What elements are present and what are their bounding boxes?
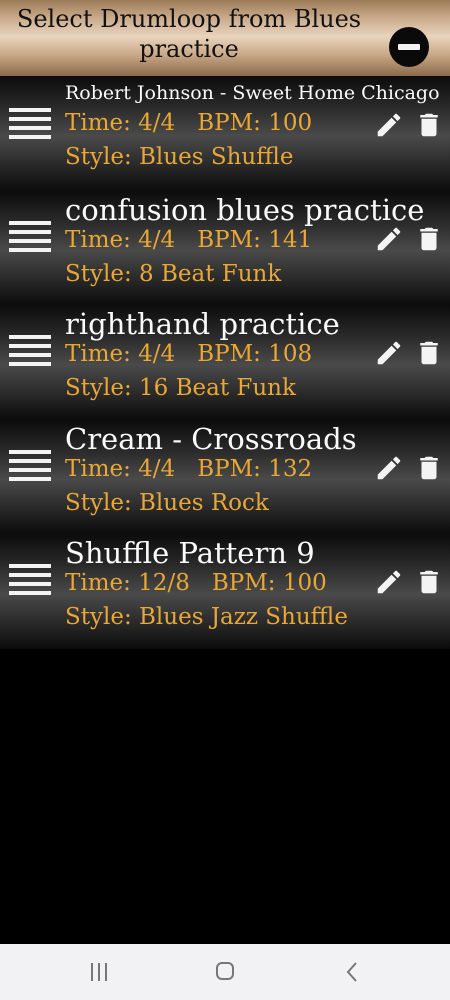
- drumloop-time-bpm: Time: 4/4 BPM: 132: [65, 456, 312, 482]
- minus-circle-icon: [398, 44, 420, 50]
- drumloop-time-bpm: Time: 4/4 BPM: 141: [65, 227, 312, 253]
- pencil-icon: [377, 227, 401, 250]
- back-icon[interactable]: [342, 961, 362, 983]
- drag-handle-icon[interactable]: [9, 449, 51, 482]
- delete-button[interactable]: [414, 224, 444, 254]
- pencil-icon: [377, 570, 401, 594]
- drumloop-style: Style: Blues Rock: [65, 489, 269, 516]
- recents-icon[interactable]: [88, 963, 112, 983]
- drumloop-title: Robert Johnson - Sweet Home Chicago: [65, 82, 440, 104]
- pencil-icon: [377, 456, 401, 479]
- edit-button[interactable]: [374, 567, 404, 597]
- drumloop-time-bpm: Time: 4/4 BPM: 108: [65, 341, 312, 367]
- drumloop-row[interactable]: Shuffle Pattern 9 Time: 12/8 BPM: 100 Sty…: [0, 534, 450, 649]
- edit-button[interactable]: [374, 338, 404, 368]
- page-title: Select Drumloop from Blues practice: [16, 5, 362, 63]
- trash-icon: [420, 227, 438, 250]
- drag-handle-icon[interactable]: [9, 335, 51, 367]
- pencil-icon: [377, 341, 401, 365]
- drumloop-time-bpm: Time: 4/4 BPM: 100: [65, 110, 312, 136]
- trash-icon: [420, 570, 438, 594]
- drag-handle-icon[interactable]: [9, 108, 51, 140]
- edit-button[interactable]: [374, 224, 404, 254]
- drumloop-row[interactable]: Cream - Crossroads Time: 4/4 BPM: 132 Sty…: [0, 419, 450, 534]
- drumloop-style: Style: Blues Jazz Shuffle: [65, 604, 348, 630]
- drumloop-title: Cream - Crossroads: [65, 421, 357, 456]
- trash-icon: [420, 456, 438, 479]
- drumloop-bpm: BPM: 141: [197, 226, 313, 253]
- drumloop-row[interactable]: Robert Johnson - Sweet Home Chicago Time…: [0, 76, 450, 191]
- drumloop-list: Robert Johnson - Sweet Home Chicago Time…: [0, 76, 450, 649]
- drumloop-bpm: BPM: 108: [197, 341, 313, 367]
- drumloop-row[interactable]: confusion blues practice Time: 4/4 BPM: 1…: [0, 190, 450, 305]
- delete-button[interactable]: [414, 110, 444, 140]
- drumloop-bpm: BPM: 100: [211, 570, 327, 596]
- pencil-icon: [377, 113, 401, 137]
- drumloop-bpm: BPM: 100: [197, 110, 313, 136]
- drumloop-time: Time: 4/4: [65, 455, 176, 482]
- drumloop-time: Time: 4/4: [65, 110, 176, 136]
- home-icon[interactable]: [216, 962, 234, 980]
- drumloop-title: Shuffle Pattern 9: [65, 536, 315, 570]
- system-navigation-bar: [0, 944, 450, 1000]
- edit-button[interactable]: [374, 453, 404, 483]
- drag-handle-icon[interactable]: [9, 220, 51, 253]
- drumloop-title: righthand practice: [65, 307, 340, 341]
- drumloop-title: confusion blues practice: [65, 192, 425, 227]
- header-bar: Select Drumloop from Blues practice: [0, 0, 450, 76]
- delete-button[interactable]: [414, 567, 444, 597]
- drumloop-style: Style: Blues Shuffle: [65, 144, 294, 170]
- drag-handle-icon[interactable]: [9, 564, 51, 596]
- drumloop-style: Style: 8 Beat Funk: [65, 260, 282, 287]
- delete-button[interactable]: [414, 338, 444, 368]
- drumloop-row[interactable]: righthand practice Time: 4/4 BPM: 108 Sty…: [0, 305, 450, 420]
- collapse-button[interactable]: [389, 27, 429, 67]
- trash-icon: [420, 341, 438, 365]
- drumloop-time: Time: 4/4: [65, 341, 176, 367]
- drumloop-time-bpm: Time: 12/8 BPM: 100: [65, 570, 327, 596]
- drumloop-time: Time: 12/8: [65, 570, 190, 596]
- drumloop-style: Style: 16 Beat Funk: [65, 375, 296, 401]
- drumloop-time: Time: 4/4: [65, 226, 176, 253]
- trash-icon: [420, 113, 438, 137]
- delete-button[interactable]: [414, 453, 444, 483]
- edit-button[interactable]: [374, 110, 404, 140]
- drumloop-bpm: BPM: 132: [197, 455, 313, 482]
